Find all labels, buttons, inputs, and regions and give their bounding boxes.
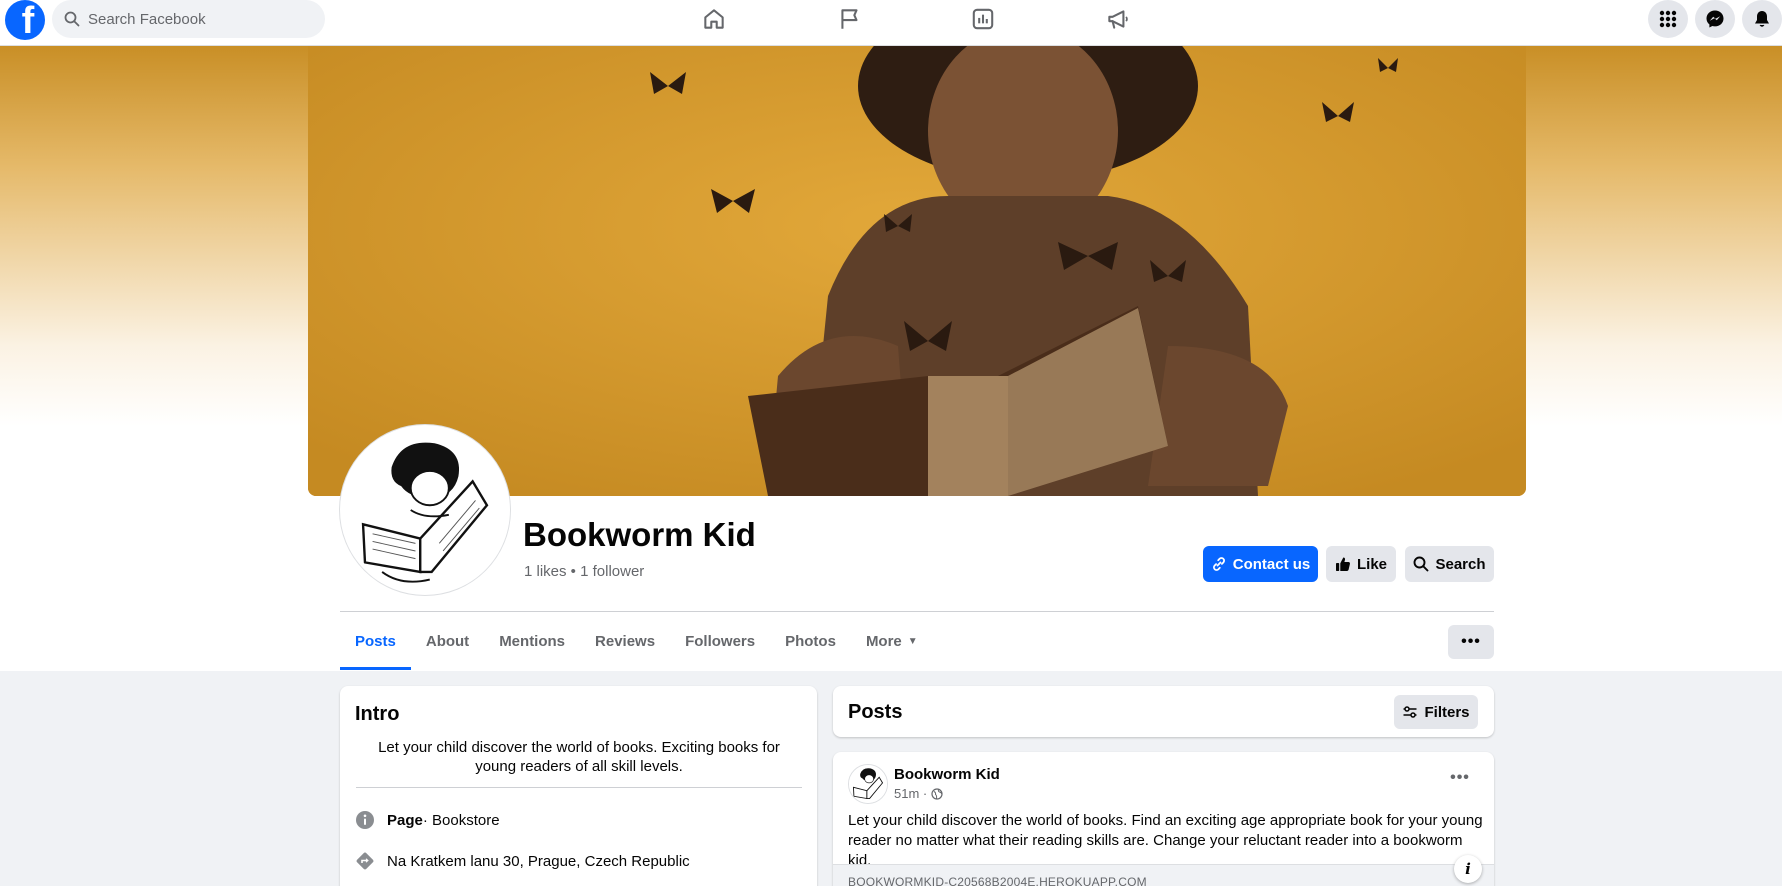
messenger-icon	[1706, 10, 1724, 28]
menu-button[interactable]	[1648, 0, 1688, 38]
insights-nav-button[interactable]	[953, 0, 1013, 38]
top-navigation-bar: f	[0, 0, 1782, 46]
post-card: Bookworm Kid 51m · ••• Let your child di…	[833, 752, 1494, 886]
facebook-logo-letter: f	[21, 0, 35, 40]
page-search-button[interactable]: Search	[1405, 546, 1494, 582]
tab-label: Followers	[685, 632, 756, 650]
posts-title: Posts	[848, 701, 903, 723]
tab-reviews[interactable]: Reviews	[580, 612, 670, 670]
link-preview[interactable]: i BOOKWORMKID-C20568B2004E.HEROKUAPP.COM	[833, 855, 1494, 886]
home-icon	[704, 9, 724, 29]
menu-grid-icon	[1659, 10, 1677, 28]
bookworm-kid-logo	[849, 765, 887, 803]
post-timestamp[interactable]: 51m ·	[894, 786, 927, 801]
filters-button[interactable]: Filters	[1394, 695, 1478, 729]
cover-photo[interactable]	[308, 46, 1526, 496]
post-text: Let your child discover the world of boo…	[848, 812, 1483, 869]
post-options-button[interactable]: •••	[1442, 768, 1478, 788]
like-button[interactable]: Like	[1326, 546, 1396, 582]
search-facebook-input[interactable]	[88, 10, 308, 28]
tab-label: About	[425, 632, 470, 650]
megaphone-icon	[1108, 10, 1128, 29]
page-stats[interactable]: 1 likes • 1 follower	[524, 563, 644, 580]
messenger-button[interactable]	[1695, 0, 1735, 38]
flag-icon	[841, 9, 858, 29]
directions-icon	[356, 852, 374, 870]
facebook-logo[interactable]: f	[5, 0, 45, 40]
bell-icon	[1755, 11, 1769, 27]
page-header-section: Bookworm Kid 1 likes • 1 follower Contac…	[0, 46, 1782, 671]
page-search-label: Search	[1435, 555, 1486, 573]
bookworm-kid-logo	[344, 429, 506, 591]
filters-icon	[1403, 706, 1417, 718]
insights-icon	[972, 8, 994, 30]
notifications-button[interactable]	[1742, 0, 1782, 38]
page-more-options-button[interactable]: •••	[1448, 625, 1494, 659]
caret-down-icon: ▼	[907, 635, 918, 647]
ads-nav-button[interactable]	[1088, 0, 1148, 38]
tab-about[interactable]: About	[411, 612, 484, 670]
tab-followers[interactable]: Followers	[670, 612, 770, 670]
home-nav-button[interactable]	[684, 0, 744, 38]
page-tabs: Posts About Mentions Reviews Followers P…	[340, 612, 933, 670]
intro-category-label: Page	[387, 811, 423, 829]
link-icon	[1212, 557, 1225, 571]
tab-label: Posts	[355, 632, 396, 650]
pages-nav-button[interactable]	[820, 0, 880, 38]
tab-label: Reviews	[595, 632, 656, 650]
link-domain: BOOKWORMKID-C20568B2004E.HEROKUAPP.COM	[848, 875, 1147, 886]
info-icon	[356, 811, 374, 829]
globe-icon	[931, 787, 943, 800]
intro-divider	[356, 787, 802, 788]
filters-label: Filters	[1424, 703, 1470, 721]
posts-header-card: Posts Filters	[833, 686, 1494, 737]
search-icon	[64, 11, 80, 27]
page-profile-picture[interactable]	[340, 425, 510, 595]
intro-card: Intro Let your child discover the world …	[340, 686, 817, 886]
intro-address[interactable]: Na Kratkem lanu 30, Prague, Czech Republ…	[387, 853, 690, 870]
intro-bio: Let your child discover the world of boo…	[378, 739, 780, 775]
info-icon[interactable]: i	[1454, 855, 1482, 883]
tab-label: Mentions	[499, 632, 566, 650]
cover-photo-illustration	[308, 46, 1526, 496]
tab-label: Photos	[785, 632, 836, 650]
intro-address-row: Na Kratkem lanu 30, Prague, Czech Republ…	[355, 851, 690, 871]
search-icon	[1414, 556, 1429, 572]
tab-label: More	[865, 632, 902, 650]
post-meta: 51m ·	[894, 786, 943, 801]
tab-photos[interactable]: Photos	[770, 612, 851, 670]
intro-category-row: Page · Bookstore	[355, 810, 500, 830]
tab-mentions[interactable]: Mentions	[484, 612, 580, 670]
like-label: Like	[1356, 555, 1387, 573]
tab-more[interactable]: More ▼	[851, 612, 933, 670]
thumbs-up-icon	[1335, 557, 1350, 571]
contact-us-label: Contact us	[1232, 555, 1311, 573]
post-author-avatar[interactable]	[848, 764, 888, 804]
contact-us-button[interactable]: Contact us	[1203, 546, 1318, 582]
search-facebook-box[interactable]	[52, 0, 325, 38]
page-name: Bookworm Kid	[523, 516, 756, 553]
tab-posts[interactable]: Posts	[340, 612, 411, 670]
intro-category-value[interactable]: · Bookstore	[423, 812, 500, 829]
intro-title: Intro	[355, 703, 400, 725]
post-author-name[interactable]: Bookworm Kid	[894, 766, 1000, 783]
